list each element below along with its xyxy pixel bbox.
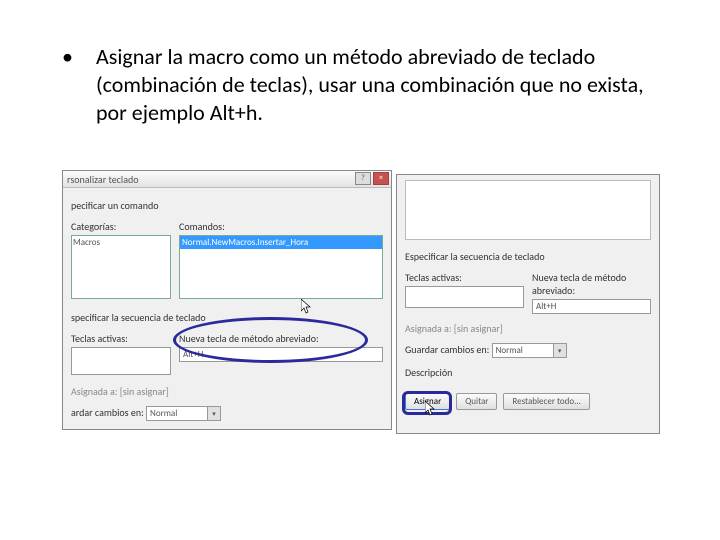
slide-bullet: • Asignar la macro como un método abrevi… [62,43,662,127]
new-key-input[interactable]: Alt+H [179,347,383,362]
category-item[interactable]: Macros [73,237,169,248]
save-changes-value: Normal [147,407,207,420]
save-changes-label-r: Guardar cambios en: [405,343,489,356]
active-keys-label-r: Teclas activas: [405,271,524,284]
command-item[interactable]: Normal.NewMacros.Insertar_Hora [180,236,382,249]
save-changes-value-r: Normal [493,344,553,357]
new-key-input-r[interactable]: Alt+H [532,299,651,314]
bullet-dot: • [62,43,96,127]
assigned-to: Asignada a: [sin asignar] [71,385,383,398]
titlebar: rsonalizar teclado ? × [63,171,391,188]
remove-button[interactable]: Quitar [456,393,497,410]
commands-listbox[interactable]: Normal.NewMacros.Insertar_Hora [179,235,383,299]
help-button[interactable]: ? [355,172,371,185]
active-keys-box[interactable] [71,347,171,375]
save-changes-combo[interactable]: Normal ▾ [146,406,221,421]
description-label-r: Descripción [405,366,651,379]
close-button[interactable]: × [373,172,389,185]
specify-sequence-label: specificar la secuencia de teclado [71,311,383,324]
specify-sequence-label-r: Especificar la secuencia de teclado [405,250,651,263]
active-keys-label: Teclas activas: [71,332,171,345]
commands-listbox-right[interactable] [405,180,651,240]
save-changes-label: ardar cambios en: [71,406,144,419]
assigned-to-r: Asignada a: [sin asignar] [405,322,651,335]
specify-command-label: pecificar un comando [71,199,383,212]
save-changes-combo-r[interactable]: Normal ▾ [492,343,567,358]
dialog-title: rsonalizar teclado [67,173,139,186]
bullet-body: Asignar la macro como un método abreviad… [96,43,662,127]
categories-label: Categorías: [71,220,171,233]
chevron-down-icon-r: ▾ [553,344,566,357]
chevron-down-icon: ▾ [207,407,220,420]
active-keys-box-r[interactable] [405,286,524,308]
screenshots: rsonalizar teclado ? × pecificar un coma… [62,170,662,440]
description-label: escripción [71,429,383,430]
reset-all-button[interactable]: Restablecer todo... [503,393,590,410]
customize-keyboard-dialog-right: Especificar la secuencia de teclado Tecl… [396,174,660,434]
new-key-label: Nueva tecla de método abreviado: [179,332,383,345]
categories-listbox[interactable]: Macros [71,235,171,299]
commands-label: Comandos: [179,220,383,233]
customize-keyboard-dialog-left: rsonalizar teclado ? × pecificar un coma… [62,170,392,430]
assign-button[interactable]: Asignar [405,393,450,410]
new-key-label-r: Nueva tecla de método abreviado: [532,271,651,297]
